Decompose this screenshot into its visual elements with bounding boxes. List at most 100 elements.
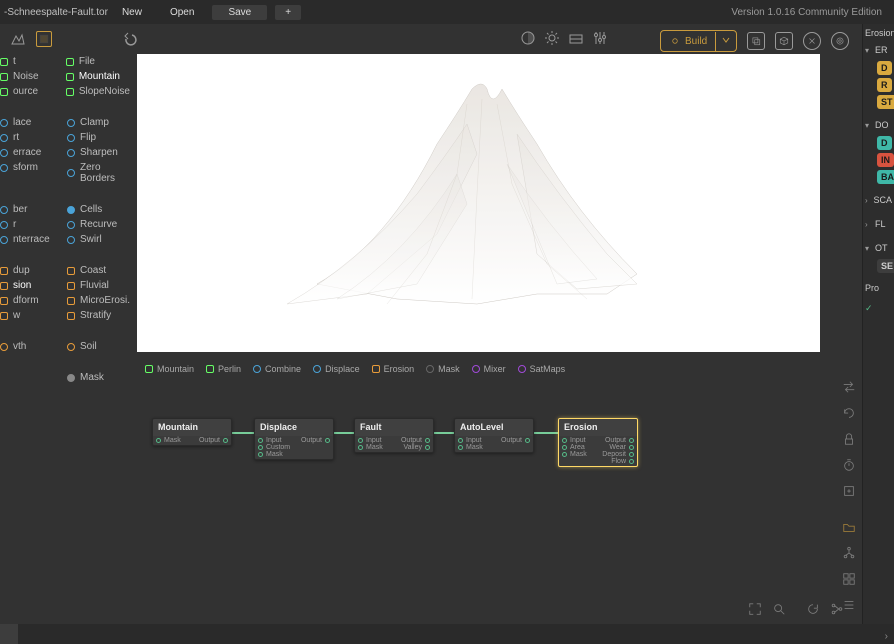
props-sect-sca[interactable]: ›SCA bbox=[863, 192, 894, 208]
sidebar-item[interactable]: Sharpen bbox=[67, 145, 130, 160]
checkmark-icon[interactable]: ✓ bbox=[865, 303, 873, 313]
sidebar-item[interactable]: errace bbox=[0, 145, 63, 160]
atmosphere-icon[interactable] bbox=[520, 30, 536, 46]
sidebar-item[interactable]: ber bbox=[0, 202, 63, 217]
expand-panel-icon[interactable]: › bbox=[885, 631, 888, 642]
add-tab-button[interactable]: + bbox=[275, 5, 301, 20]
sidebar-item[interactable]: sform bbox=[0, 160, 63, 175]
sidebar-item[interactable]: nterrace bbox=[0, 232, 63, 247]
swap-icon[interactable] bbox=[842, 380, 856, 394]
fullscreen-icon[interactable] bbox=[748, 602, 762, 616]
sidebar-item[interactable]: dup bbox=[0, 263, 63, 278]
sidebar-item[interactable]: MicroErosi. bbox=[67, 293, 130, 308]
props-chip[interactable]: ST bbox=[877, 95, 894, 109]
sidebar-item[interactable]: File bbox=[66, 54, 130, 69]
sun-icon[interactable] bbox=[544, 30, 560, 46]
timer-icon[interactable] bbox=[842, 458, 856, 472]
save-button[interactable]: Save bbox=[212, 5, 267, 20]
props-title: Erosion bbox=[863, 24, 894, 42]
sidebar-item[interactable]: Swirl bbox=[67, 232, 130, 247]
water-icon[interactable] bbox=[568, 30, 584, 46]
nb-displace[interactable]: Displace bbox=[313, 364, 360, 374]
node-displace[interactable]: Displace InputCustomMaskOutput bbox=[254, 418, 334, 460]
sidebar-item[interactable]: Clamp bbox=[67, 115, 130, 130]
grid-icon[interactable] bbox=[842, 572, 856, 586]
sidebar-item[interactable]: Stratify bbox=[67, 308, 130, 323]
sliders-icon[interactable] bbox=[592, 30, 608, 46]
sidebar-item[interactable]: Zero Borders bbox=[67, 160, 130, 186]
props-chip[interactable]: R bbox=[877, 78, 892, 92]
node-autolevel[interactable]: AutoLevel InputMaskOutput bbox=[454, 418, 534, 453]
reload-icon[interactable] bbox=[806, 602, 820, 616]
nb-mountain[interactable]: Mountain bbox=[145, 364, 194, 374]
sidebar-item[interactable]: Recurve bbox=[67, 217, 130, 232]
sidebar-item[interactable]: SlopeNoise bbox=[66, 84, 130, 99]
props-sect-ot[interactable]: ▾OT bbox=[863, 240, 894, 256]
sidebar-item[interactable]: lace bbox=[0, 115, 63, 130]
branch-icon[interactable] bbox=[830, 602, 844, 616]
menu-open[interactable]: Open bbox=[156, 7, 208, 18]
statusbar-stub[interactable] bbox=[0, 624, 18, 644]
export-icon[interactable] bbox=[842, 484, 856, 498]
topbar: -Schneespalte-Fault.tor New Open Save + … bbox=[0, 0, 894, 24]
sidebar-item[interactable]: Cells bbox=[67, 202, 130, 217]
node-type-bar: Mountain Perlin Combine Displace Erosion… bbox=[137, 358, 820, 380]
props-chip[interactable]: BA bbox=[877, 170, 894, 184]
copy-icon[interactable] bbox=[747, 32, 765, 50]
sidebar-item[interactable]: Flip bbox=[67, 130, 130, 145]
props-chip[interactable]: D bbox=[877, 61, 892, 75]
sidebar-item[interactable]: ource bbox=[0, 84, 62, 99]
refresh-icon[interactable] bbox=[842, 406, 856, 420]
menu-new[interactable]: New bbox=[108, 7, 156, 18]
node-erosion[interactable]: Erosion InputAreaMaskOutputWearDepositFl… bbox=[558, 418, 638, 467]
props-sect-er[interactable]: ▾ER bbox=[863, 42, 894, 58]
statusbar: › bbox=[0, 624, 894, 644]
nb-mask[interactable]: Mask bbox=[426, 364, 460, 374]
nb-mixer[interactable]: Mixer bbox=[472, 364, 506, 374]
build-button[interactable]: Build bbox=[660, 30, 737, 52]
sidebar-item[interactable]: t bbox=[0, 54, 62, 69]
props-pro: Pro bbox=[863, 279, 894, 297]
graph-tools bbox=[840, 380, 858, 612]
props-chip[interactable]: D bbox=[877, 136, 892, 150]
build-label: Build bbox=[685, 36, 707, 47]
nb-erosion[interactable]: Erosion bbox=[372, 364, 415, 374]
zoom-icon[interactable] bbox=[772, 602, 786, 616]
sidebar-item[interactable]: vth bbox=[0, 339, 63, 354]
node-fault[interactable]: Fault InputMaskOutputValley bbox=[354, 418, 434, 453]
props-chip[interactable]: IN bbox=[877, 153, 894, 167]
node-graph[interactable]: Mountain MaskOutput Displace InputCustom… bbox=[137, 380, 807, 600]
build-controls: Build bbox=[660, 30, 849, 52]
props-chip[interactable]: SE bbox=[877, 259, 894, 273]
sidebar-item[interactable]: rt bbox=[0, 130, 63, 145]
sidebar-item-erosion[interactable]: sion bbox=[0, 278, 63, 293]
package-icon[interactable] bbox=[775, 32, 793, 50]
viewport-3d[interactable] bbox=[137, 54, 820, 352]
node-mountain[interactable]: Mountain MaskOutput bbox=[152, 418, 232, 446]
nb-combine[interactable]: Combine bbox=[253, 364, 301, 374]
sidebar-item[interactable]: r bbox=[0, 217, 63, 232]
props-sect-do[interactable]: ▾DO bbox=[863, 117, 894, 133]
props-sect-fl[interactable]: ›FL bbox=[863, 216, 894, 232]
settings-gear-icon[interactable] bbox=[831, 32, 849, 50]
nb-satmaps[interactable]: SatMaps bbox=[518, 364, 566, 374]
sidebar-item[interactable]: w bbox=[0, 308, 63, 323]
terrain-icon[interactable] bbox=[10, 31, 26, 47]
properties-panel: Erosion ▾ER D R ST ▾DO D IN BA ›SCA ›FL … bbox=[862, 24, 894, 644]
hierarchy-icon[interactable] bbox=[842, 546, 856, 560]
sidebar-item[interactable]: dform bbox=[0, 293, 63, 308]
undo-icon[interactable] bbox=[122, 31, 138, 47]
nb-perlin[interactable]: Perlin bbox=[206, 364, 241, 374]
lock-icon[interactable] bbox=[842, 432, 856, 446]
build-dropdown[interactable] bbox=[715, 32, 736, 51]
cancel-icon[interactable] bbox=[803, 32, 821, 50]
menu-icon[interactable] bbox=[842, 598, 856, 612]
sidebar-item[interactable]: Mask bbox=[67, 370, 130, 385]
sidebar-item[interactable]: Soil bbox=[67, 339, 130, 354]
folder-icon[interactable] bbox=[842, 520, 856, 534]
sidebar-item[interactable]: Noise bbox=[0, 69, 62, 84]
viewport-icon[interactable] bbox=[36, 31, 52, 47]
sidebar-item-mountain[interactable]: Mountain bbox=[66, 69, 130, 84]
sidebar-item[interactable]: Coast bbox=[67, 263, 130, 278]
sidebar-item[interactable]: Fluvial bbox=[67, 278, 130, 293]
